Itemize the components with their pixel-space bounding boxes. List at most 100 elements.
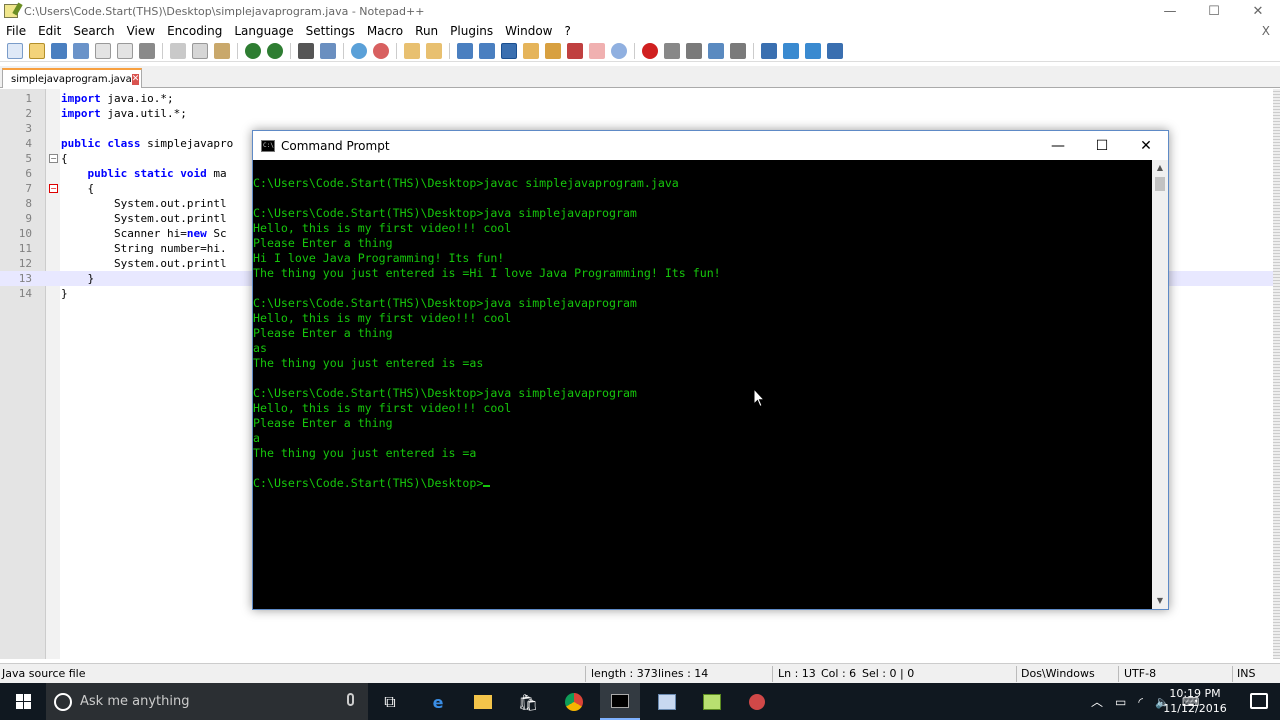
menu-plugins[interactable]: Plugins [444,24,499,38]
cortana-search-box[interactable]: Ask me anything [46,683,368,720]
sync-vertical-icon[interactable] [404,42,420,59]
scroll-thumb[interactable] [1155,177,1165,191]
network-icon[interactable]: ◜ [1138,695,1143,709]
microphone-icon[interactable] [347,693,354,706]
scroll-down-icon[interactable]: ▼ [1152,593,1168,609]
close-document-button[interactable]: X [1256,24,1276,38]
replace-icon[interactable] [320,42,336,59]
line-number: 12 [18,257,32,270]
battery-icon[interactable]: ▭ [1115,695,1126,709]
code-line[interactable]: 2 import java.util.*; [0,106,1273,121]
notepad-title-bar[interactable]: C:\Users\Code.Start(THS)\Desktop\simplej… [0,0,1280,22]
zoom-in-icon[interactable] [351,42,367,59]
arrow-down-icon[interactable] [805,42,821,59]
line-code: String number=hi. [61,242,227,255]
redo-icon[interactable] [267,42,283,59]
notepad-app-icon[interactable] [4,4,18,18]
cut-icon[interactable] [170,42,186,59]
fold-toggle-icon[interactable]: − [49,184,58,193]
code-line[interactable]: 1 import java.io.*; [0,91,1273,106]
menu-settings[interactable]: Settings [300,24,361,38]
close-button[interactable]: ✕ [1236,0,1280,22]
store-icon[interactable]: 🛍 [515,689,541,715]
search-placeholder: Ask me anything [80,694,190,709]
menu-search[interactable]: Search [67,24,120,38]
console-prompt-line[interactable]: C:\Users\Code.Start(THS)\Desktop> [253,476,1152,491]
sync-horizontal-icon[interactable] [426,42,442,59]
folder-as-workspace-icon[interactable] [589,42,605,59]
show-all-chars-icon[interactable] [479,42,495,59]
menu-encoding[interactable]: Encoding [161,24,228,38]
word-wrap-icon[interactable] [457,42,473,59]
menu-run[interactable]: Run [409,24,444,38]
cmd-console-output[interactable]: C:\Users\Code.Start(THS)\Desktop>javac s… [253,160,1152,609]
save-icon[interactable] [51,42,67,59]
collapse-icon[interactable] [761,42,777,59]
start-button[interactable] [0,683,46,720]
copy-icon[interactable] [192,42,208,59]
tab-close-icon[interactable]: ✕ [131,73,140,85]
arrow-up-icon[interactable] [783,42,799,59]
cmd-scrollbar[interactable]: ▲ ▼ [1152,160,1168,609]
tab-simplejavaprogram[interactable]: simplejavaprogram.java ✕ [2,68,142,88]
menu-file[interactable]: File [0,24,32,38]
doc-map-icon[interactable] [545,42,561,59]
cmd-app-icon[interactable]: C:\ [261,139,275,152]
run-macro-multiple-icon[interactable] [708,42,724,59]
expand-icon[interactable] [827,42,843,59]
edge-browser-icon[interactable]: e [425,689,451,715]
action-center-icon[interactable] [1250,693,1268,709]
status-line-number: Ln : 13 [778,667,816,680]
menu-language[interactable]: Language [228,24,299,38]
notepadpp-taskbar-icon[interactable] [699,689,725,715]
show-hidden-icons-icon[interactable]: ︿ [1091,693,1103,710]
paint-taskbar-icon[interactable] [744,689,770,715]
play-macro-icon[interactable] [686,42,702,59]
fold-toggle-icon[interactable]: − [49,154,58,163]
menu-help[interactable]: ? [558,24,576,38]
task-view-icon[interactable]: ⧉ [377,689,403,715]
cmd-title-bar[interactable]: C:\ Command Prompt — ☐ ✕ [253,131,1168,160]
print-icon[interactable] [139,42,155,59]
file-explorer-icon[interactable] [470,689,496,715]
function-list-icon[interactable] [567,42,583,59]
zoom-out-icon[interactable] [373,42,389,59]
scroll-up-icon[interactable]: ▲ [1152,160,1168,176]
cmd-taskbar-icon[interactable] [600,683,640,720]
line-number: 9 [25,212,32,225]
command-prompt-window[interactable]: C:\ Command Prompt — ☐ ✕ C:\Users\Code.S… [252,130,1169,610]
minimize-button[interactable]: — [1148,0,1192,22]
editor-scrollbar[interactable] [1273,89,1280,659]
line-number: 7 [25,182,32,195]
clock[interactable]: 10:19 PM 11/12/2016 [1160,686,1230,716]
record-macro-icon[interactable] [642,42,658,59]
open-file-icon[interactable] [29,42,45,59]
find-icon[interactable] [298,42,314,59]
menu-view[interactable]: View [121,24,161,38]
console-line: The thing you just entered is =Hi I love… [253,266,721,280]
console-line: Please Enter a thing [253,236,393,250]
save-all-icon[interactable] [73,42,89,59]
language-icon[interactable] [523,42,539,59]
stop-macro-icon[interactable] [664,42,680,59]
menu-edit[interactable]: Edit [32,24,67,38]
paste-icon[interactable] [214,42,230,59]
maximize-button[interactable]: ☐ [1192,0,1236,22]
menu-macro[interactable]: Macro [361,24,409,38]
close-all-icon[interactable] [117,42,133,59]
menu-window[interactable]: Window [499,24,558,38]
indent-guide-icon[interactable] [501,42,517,59]
undo-icon[interactable] [245,42,261,59]
notepad-taskbar-icon[interactable] [654,689,680,715]
new-file-icon[interactable] [7,42,23,59]
cmd-close-button[interactable]: ✕ [1124,131,1168,160]
line-code: } [61,272,95,285]
monitoring-icon[interactable] [611,42,627,59]
cmd-minimize-button[interactable]: — [1036,131,1080,160]
close-file-icon[interactable] [95,42,111,59]
save-macro-icon[interactable] [730,42,746,59]
text-cursor [483,485,491,487]
chrome-icon[interactable] [561,689,587,715]
cmd-maximize-button[interactable]: ☐ [1080,131,1124,160]
